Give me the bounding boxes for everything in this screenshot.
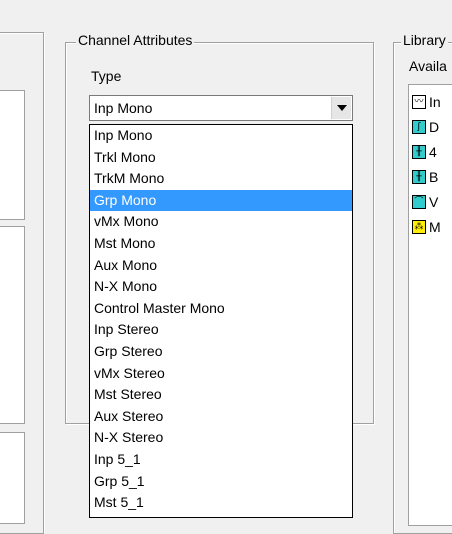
library-item[interactable]: ╫ 4 <box>412 142 452 162</box>
option-vmx-stereo[interactable]: vMx Stereo <box>90 363 352 385</box>
library-item[interactable]: ⁂ M <box>412 217 452 237</box>
option-inp-mono[interactable]: Inp Mono <box>90 125 352 147</box>
option-inp-5-1[interactable]: Inp 5_1 <box>90 449 352 471</box>
option-mst-stereo[interactable]: Mst Stereo <box>90 384 352 406</box>
option-grp-stereo[interactable]: Grp Stereo <box>90 341 352 363</box>
type-combobox-value: Inp Mono <box>94 100 153 116</box>
library-item[interactable]: ʃ D <box>412 117 452 137</box>
option-grp-mono[interactable]: Grp Mono <box>90 189 352 212</box>
type-dropdown-list[interactable]: Inp Mono Trkl Mono TrkM Mono Grp Mono vM… <box>89 124 353 518</box>
library-item[interactable]: 〰 In <box>412 92 452 112</box>
option-nx-stereo[interactable]: N-X Stereo <box>90 427 352 449</box>
left-pane-bottom <box>0 226 25 424</box>
dropdown-button[interactable] <box>331 97 351 119</box>
eq-icon: ╫ <box>412 145 426 159</box>
waveform-icon: 〰 <box>412 95 426 109</box>
library-title: Library <box>401 32 448 48</box>
channel-attributes-title: Channel Attributes <box>76 32 195 48</box>
option-mst-5-1[interactable]: Mst 5_1 <box>90 492 352 514</box>
option-aux-mono[interactable]: Aux Mono <box>90 255 352 277</box>
left-pane-lower <box>0 432 25 524</box>
option-inp-stereo[interactable]: Inp Stereo <box>90 319 352 341</box>
available-label: Availa <box>409 58 447 74</box>
option-trkl-mono[interactable]: Trkl Mono <box>90 147 352 169</box>
chevron-down-icon <box>336 105 347 111</box>
option-control-master-mono[interactable]: Control Master Mono <box>90 298 352 320</box>
library-item[interactable]: ⌒ V <box>412 192 452 212</box>
library-item[interactable]: ╫ B <box>412 167 452 187</box>
meter-icon: ⁂ <box>412 220 426 234</box>
option-trkm-mono[interactable]: TrkM Mono <box>90 168 352 190</box>
type-combobox[interactable]: Inp Mono <box>89 95 353 121</box>
option-vmx-mono[interactable]: vMx Mono <box>90 211 352 233</box>
type-label: Type <box>91 68 122 84</box>
dynamics-icon: ʃ <box>412 120 426 134</box>
option-nx-mono[interactable]: N-X Mono <box>90 276 352 298</box>
option-mst-mono[interactable]: Mst Mono <box>90 233 352 255</box>
eq-icon: ╫ <box>412 170 426 184</box>
left-pane-top <box>0 90 25 220</box>
curve-icon: ⌒ <box>412 195 426 209</box>
option-aux-stereo[interactable]: Aux Stereo <box>90 406 352 428</box>
option-grp-5-1[interactable]: Grp 5_1 <box>90 471 352 493</box>
